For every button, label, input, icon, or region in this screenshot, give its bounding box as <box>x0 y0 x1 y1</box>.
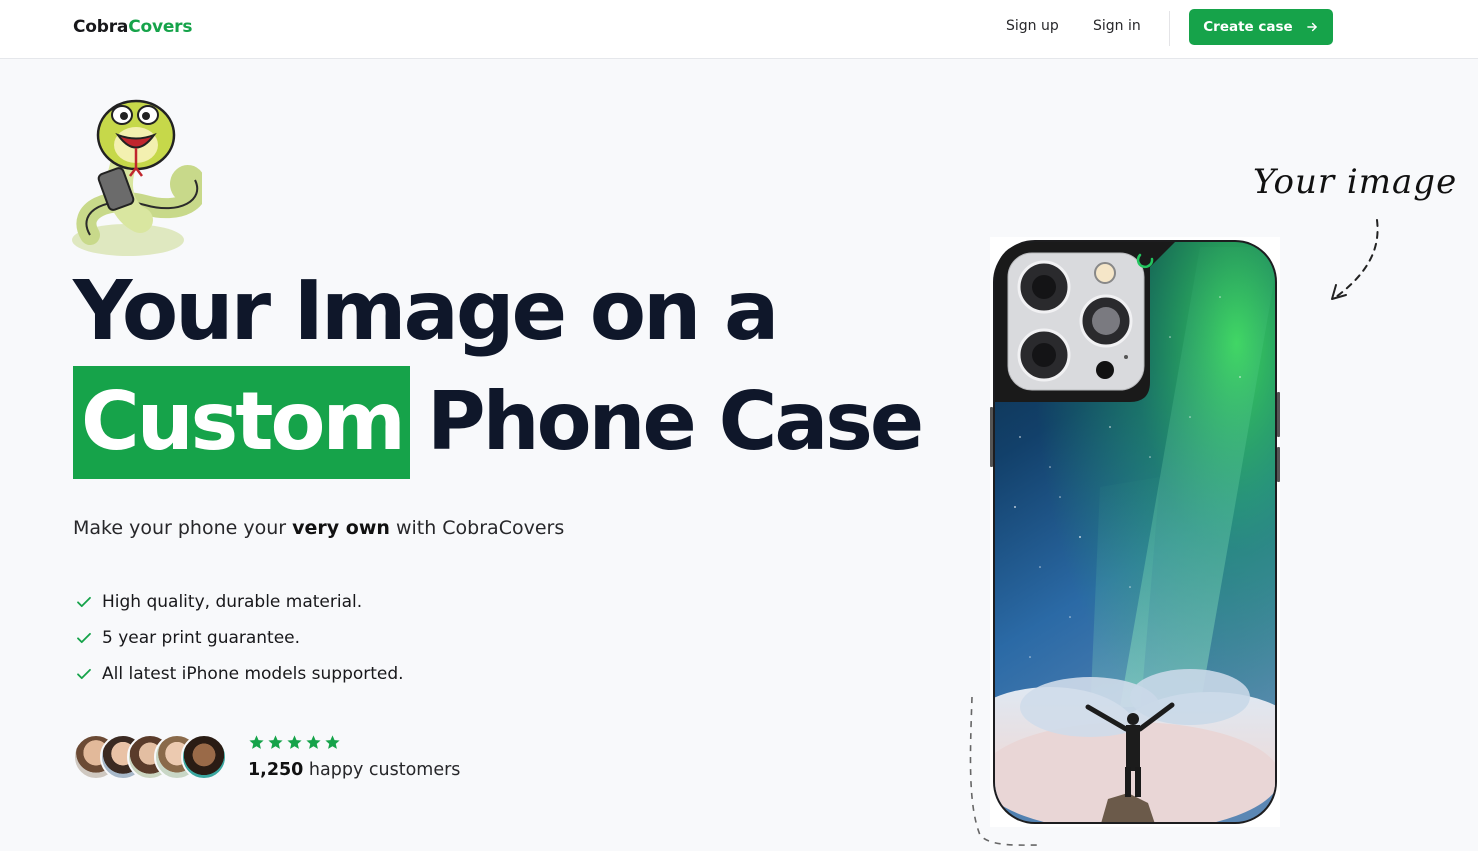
star-icon <box>268 735 283 749</box>
feature-item: All latest iPhone models supported. <box>75 656 404 692</box>
hero-headline-highlight: Custom <box>81 375 406 468</box>
feature-text: All latest iPhone models supported. <box>102 664 404 684</box>
subtitle-text-end: with CobraCovers <box>389 517 565 539</box>
check-icon <box>77 596 91 608</box>
cobra-mascot-illustration <box>72 99 202 256</box>
star-icon <box>287 735 302 749</box>
feature-list: High quality, durable material. 5 year p… <box>75 584 404 692</box>
feature-item: High quality, durable material. <box>75 584 404 620</box>
star-icon <box>306 735 321 749</box>
feature-item: 5 year print guarantee. <box>75 620 404 656</box>
customer-count-number: 1,250 <box>248 760 304 780</box>
phone-case-preview <box>990 237 1280 827</box>
customer-count: 1,250 happy customers <box>248 760 460 780</box>
customer-count-label: happy customers <box>303 760 461 780</box>
check-icon <box>77 632 91 644</box>
headline-highlight-box: Custom <box>73 366 410 479</box>
arrow-right-icon <box>1306 22 1317 32</box>
brand-name-part2: Covers <box>128 17 193 37</box>
feature-text: 5 year print guarantee. <box>102 628 301 648</box>
your-image-annotation: Your image <box>1253 162 1458 202</box>
hero-headline-line1: Your Image on a <box>73 264 779 359</box>
sign-up-link[interactable]: Sign up <box>1006 18 1059 34</box>
subtitle-text-start: Make your phone your <box>73 517 293 539</box>
avatar <box>181 734 227 780</box>
create-case-label: Create case <box>1203 19 1293 35</box>
star-icon <box>325 735 340 749</box>
feature-text: High quality, durable material. <box>102 592 363 612</box>
hero-subtitle: Make your phone your very own with Cobra… <box>73 517 564 539</box>
curved-arrow-icon <box>1331 219 1379 300</box>
star-icon <box>249 735 264 749</box>
sign-in-link[interactable]: Sign in <box>1093 18 1141 34</box>
brand-name-part1: Cobra <box>73 17 129 37</box>
brand-logo-link[interactable]: CobraCovers <box>73 17 192 37</box>
navbar: CobraCovers Sign up Sign in Create case <box>0 0 1478 59</box>
rating-stars <box>248 734 341 751</box>
create-case-button[interactable]: Create case <box>1189 9 1333 45</box>
subtitle-emphasis: very own <box>292 517 390 539</box>
hero-headline-line2: Phone Case <box>427 375 924 468</box>
nav-divider <box>1169 11 1170 46</box>
customer-avatars <box>73 734 233 780</box>
check-icon <box>77 668 91 680</box>
